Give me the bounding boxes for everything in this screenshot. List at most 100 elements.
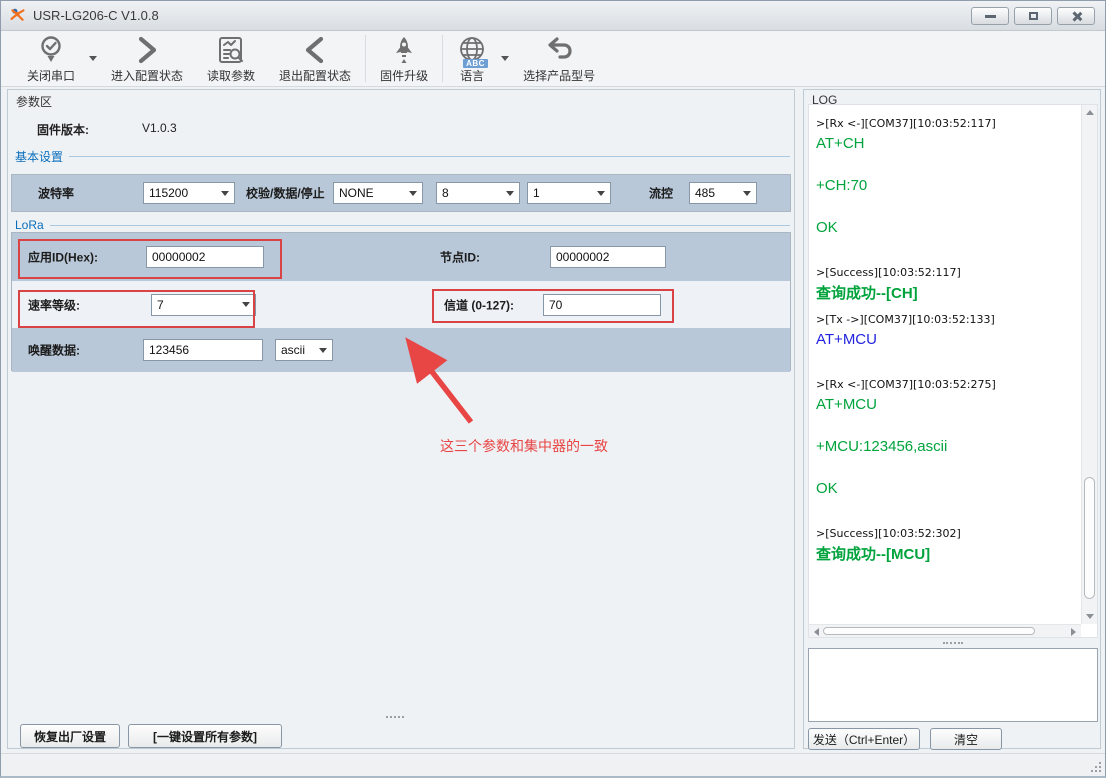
log-splitter-handle[interactable] [943, 642, 963, 644]
factory-reset-button[interactable]: 恢复出厂设置 [20, 724, 120, 748]
log-line: OK [816, 219, 1079, 236]
log-line: >[Success][10:03:52:302] [816, 527, 1079, 540]
firmware-upgrade-button[interactable]: 固件升级 [368, 31, 440, 86]
log-line [816, 497, 1079, 517]
parity-value: NONE [339, 186, 405, 200]
app-window: USR-LG206-C V1.0.8 关闭串口 [0, 0, 1106, 778]
title-bar[interactable]: USR-LG206-C V1.0.8 [1, 1, 1105, 31]
log-line [816, 152, 1079, 172]
language-dropdown-caret-icon[interactable] [501, 56, 509, 61]
node-id-input[interactable]: 00000002 [550, 246, 666, 268]
rate-channel-row: 速率等级: 7 信道 (0-127): 70 [12, 281, 790, 328]
id-row: 应用ID(Hex): 00000002 节点ID: 00000002 [12, 233, 790, 281]
log-output[interactable]: >[Rx <-][COM37][10:03:52:117]AT+CH +CH:7… [808, 104, 1098, 638]
log-line: >[Rx <-][COM37][10:03:52:275] [816, 378, 1079, 391]
section-divider [69, 156, 790, 157]
globe-icon: ABC [457, 34, 487, 66]
wake-format-select[interactable]: ascii [275, 339, 333, 361]
exit-config-button[interactable]: 退出配置状态 [267, 31, 363, 86]
read-params-icon [216, 34, 246, 66]
panel-splitter-handle[interactable] [386, 716, 404, 718]
select-model-button[interactable]: 选择产品型号 [511, 31, 607, 86]
serial-pin-check-icon [37, 34, 65, 66]
wake-data-input[interactable]: 123456 [143, 339, 263, 361]
log-line: 查询成功--[CH] [816, 282, 1079, 303]
basic-settings-title: 基本设置 [15, 148, 63, 165]
data-bits-select[interactable]: 8 [436, 182, 520, 204]
log-line: +CH:70 [816, 177, 1079, 194]
data-bits-value: 8 [442, 186, 502, 200]
minimize-button[interactable] [971, 7, 1009, 25]
maximize-icon [1029, 12, 1038, 20]
rate-level-select[interactable]: 7 [151, 294, 256, 316]
log-line: >[Success][10:03:52:117] [816, 266, 1079, 279]
log-line: AT+CH [816, 135, 1079, 152]
annotation-text: 这三个参数和集中器的一致 [440, 436, 608, 456]
rocket-icon [391, 34, 417, 66]
flow-control-label: 流控 [649, 185, 673, 202]
log-lines: >[Rx <-][COM37][10:03:52:117]AT+CH +CH:7… [816, 107, 1079, 623]
language-button[interactable]: ABC 语言 [445, 31, 499, 86]
clear-button[interactable]: 清空 [930, 728, 1002, 750]
scroll-down-icon[interactable] [1082, 609, 1098, 624]
serial-settings-row: 波特率 115200 校验/数据/停止 NONE 8 1 流控 485 [11, 174, 791, 212]
log-panel: LOG >[Rx <-][COM37][10:03:52:117]AT+CH +… [803, 89, 1101, 749]
combo-arrow-icon [409, 191, 417, 196]
send-input[interactable] [808, 648, 1098, 722]
toolbar-separator [442, 35, 443, 82]
baud-rate-label: 波特率 [38, 185, 74, 202]
window-title: USR-LG206-C V1.0.8 [33, 8, 159, 23]
toolbar-separator [365, 35, 366, 82]
log-line [816, 348, 1079, 368]
firmware-version-label: 固件版本: [37, 121, 89, 138]
parity-select[interactable]: NONE [333, 182, 423, 204]
log-line [816, 413, 1079, 433]
section-divider [50, 225, 790, 226]
close-icon [1071, 11, 1082, 22]
main-content: 参数区 固件版本: V1.0.3 基本设置 波特率 115200 校验/数据/停… [1, 87, 1105, 753]
vertical-scrollbar-thumb[interactable] [1084, 477, 1095, 599]
undo-arrow-icon [544, 34, 574, 66]
scroll-left-icon[interactable] [809, 625, 824, 638]
app-id-label: 应用ID(Hex): [28, 249, 98, 266]
log-line [816, 236, 1079, 256]
log-vertical-scrollbar[interactable] [1081, 105, 1097, 624]
close-serial-dropdown-caret-icon[interactable] [89, 56, 97, 61]
parameter-panel: 参数区 固件版本: V1.0.3 基本设置 波特率 115200 校验/数据/停… [7, 89, 795, 749]
log-horizontal-scrollbar[interactable] [809, 624, 1081, 637]
enter-config-button[interactable]: 进入配置状态 [99, 31, 195, 86]
scroll-right-icon[interactable] [1066, 625, 1081, 638]
toolbar-item-label: 选择产品型号 [523, 67, 595, 84]
close-button[interactable] [1057, 7, 1095, 25]
flow-control-select[interactable]: 485 [689, 182, 757, 204]
wake-format-value: ascii [281, 343, 315, 357]
log-line: AT+MCU [816, 331, 1079, 348]
log-line: 查询成功--[MCU] [816, 543, 1079, 564]
lora-section: LoRa [15, 218, 790, 232]
firmware-version-value: V1.0.3 [142, 121, 177, 135]
combo-arrow-icon [743, 191, 751, 196]
scroll-up-icon[interactable] [1082, 105, 1098, 120]
parity-data-stop-label: 校验/数据/停止 [246, 185, 325, 202]
send-button[interactable]: 发送（Ctrl+Enter） [808, 728, 920, 750]
read-params-button[interactable]: 读取参数 [195, 31, 267, 86]
combo-arrow-icon [221, 191, 229, 196]
baud-rate-value: 115200 [149, 186, 217, 200]
toolbar-item-label: 读取参数 [207, 67, 255, 84]
stop-bits-select[interactable]: 1 [527, 182, 611, 204]
rate-level-label: 速率等级: [28, 296, 80, 313]
toolbar-item-label: 语言 [460, 67, 484, 84]
set-all-params-button[interactable]: [一键设置所有参数] [128, 724, 282, 748]
toolbar: 关闭串口 进入配置状态 读取参数 [1, 31, 1105, 87]
resize-grip-icon[interactable] [1090, 761, 1101, 772]
wake-data-label: 唤醒数据: [28, 342, 80, 359]
app-id-input[interactable]: 00000002 [146, 246, 264, 268]
channel-input[interactable]: 70 [543, 294, 661, 316]
baud-rate-select[interactable]: 115200 [143, 182, 235, 204]
horizontal-scrollbar-thumb[interactable] [823, 627, 1035, 635]
lora-section-title: LoRa [15, 218, 44, 232]
toolbar-item-label: 进入配置状态 [111, 67, 183, 84]
maximize-button[interactable] [1014, 7, 1052, 25]
status-bar [1, 753, 1105, 776]
close-serial-button[interactable]: 关闭串口 [15, 31, 87, 86]
